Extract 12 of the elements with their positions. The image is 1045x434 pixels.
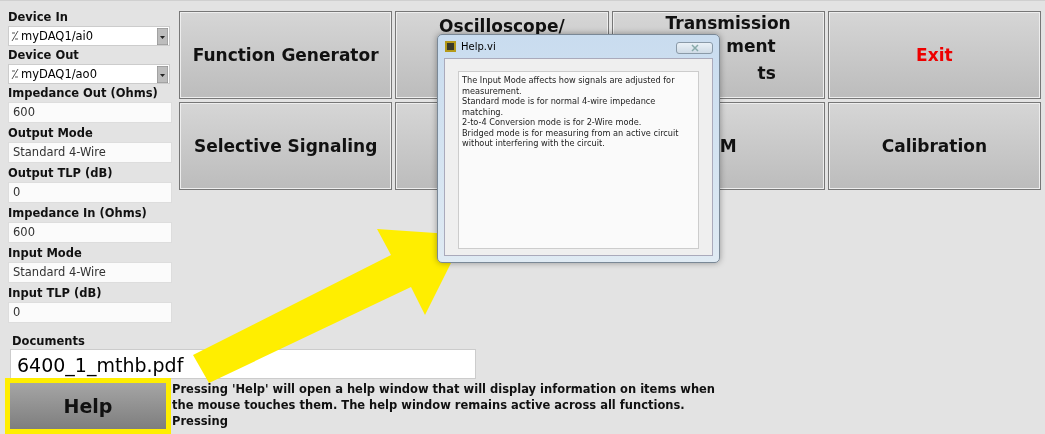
field-label: Input TLP (dB) xyxy=(8,285,103,301)
field-label: Input Mode xyxy=(8,245,83,261)
window-title: Help.vi xyxy=(461,40,497,52)
field-label: Impedance In (Ohms) xyxy=(8,205,148,221)
field-label: Documents xyxy=(11,333,86,349)
field-label: Output Mode xyxy=(8,125,94,141)
field-label: Device In xyxy=(8,9,69,25)
help-description: Pressing 'Help' will open a help window that will display information on items when the mouse touches them. The help window remains active across all functions. Pressing xyxy=(171,381,716,429)
field-label: Output TLP (dB) xyxy=(8,165,114,181)
field-label: Device Out xyxy=(8,47,80,63)
help-text: The Input Mode affects how signals are adjusted for measurement. Standard mode is for normal 4-wire impedance matching. 2-to-4 Conversion mode is for 2-Wire mode. Bridged mode is for measuring from an active circuit without interfering with the circuit. xyxy=(458,71,699,249)
field-label: Impedance Out (Ohms) xyxy=(8,85,159,101)
